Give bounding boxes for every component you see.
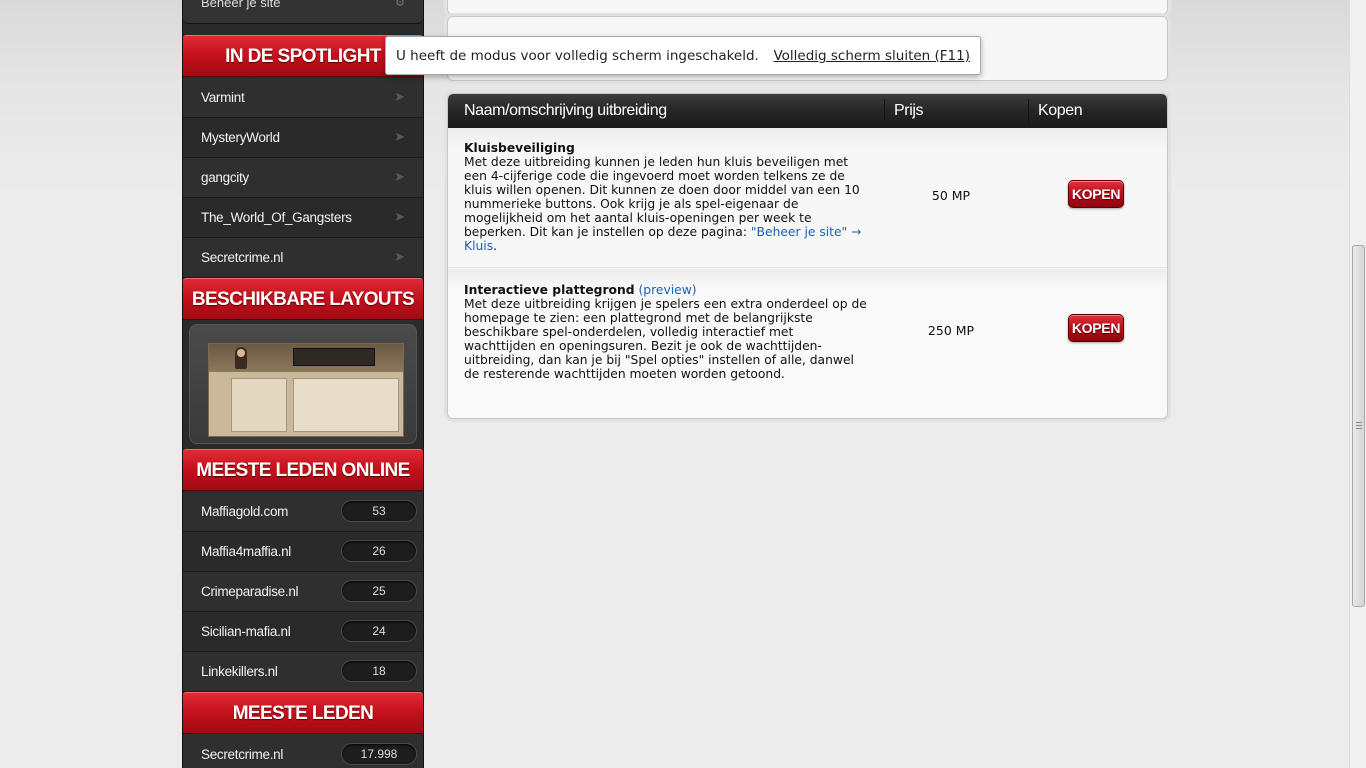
row-title: Kluisbeveiliging xyxy=(464,141,575,155)
online-count: 53 xyxy=(341,500,417,522)
spotlight-item-label: The_World_Of_Gangsters xyxy=(201,210,352,225)
gear-icon: ⚙ xyxy=(395,0,405,9)
spotlight-item[interactable]: The_World_Of_Gangsters ➤ xyxy=(183,198,423,238)
header-name: Naam/omschrijving uitbreiding xyxy=(464,102,667,119)
chevron-right-icon: ➤ xyxy=(394,209,405,224)
online-item-label: Sicilian-mafia.nl xyxy=(201,624,291,639)
online-count: 25 xyxy=(341,580,417,602)
row-title: Interactieve plattegrond xyxy=(464,283,635,297)
sidebar: Beheer je site ⚙ IN DE SPOTLIGHT Varmint… xyxy=(182,0,424,768)
buy-button[interactable]: KOPEN xyxy=(1068,180,1124,208)
online-item-label: Maffiagold.com xyxy=(201,504,289,519)
chevron-right-icon: ➤ xyxy=(394,89,405,104)
online-item[interactable]: Linkekillers.nl 18 xyxy=(183,652,423,692)
online-item-label: Maffia4maffia.nl xyxy=(201,544,292,559)
preview-link[interactable]: (preview) xyxy=(638,283,696,297)
online-item-label: Crimeparadise.nl xyxy=(201,584,299,599)
vertical-scrollbar[interactable] xyxy=(1349,0,1366,768)
row-description: Kluisbeveiliging Met deze uitbreiding ku… xyxy=(464,141,868,253)
table-header: Naam/omschrijving uitbreiding Prijs Kope… xyxy=(448,94,1167,128)
chevron-right-icon: ➤ xyxy=(394,169,405,184)
exit-fullscreen-link[interactable]: Volledig scherm sluiten (F11) xyxy=(773,48,970,64)
thumbnail-column xyxy=(231,378,287,432)
spotlight-item-label: Varmint xyxy=(201,90,245,105)
fullscreen-notice: U heeft de modus voor volledig scherm in… xyxy=(385,36,981,75)
members-header: MEESTE LEDEN xyxy=(183,692,423,734)
row-description: Interactieve plattegrond (preview) Met d… xyxy=(464,283,868,381)
layouts-header: BESCHIKBARE LAYOUTS xyxy=(183,278,423,320)
online-item[interactable]: Maffia4maffia.nl 26 xyxy=(183,532,423,572)
table-row: Interactieve plattegrond (preview) Met d… xyxy=(448,269,1167,418)
members-item-label: Secretcrime.nl xyxy=(201,747,284,762)
top-panel xyxy=(447,0,1168,15)
row-text-end: . xyxy=(493,239,498,253)
row-price: 250 MP xyxy=(927,323,975,338)
extensions-table: Naam/omschrijving uitbreiding Prijs Kope… xyxy=(447,93,1168,419)
fullscreen-notice-text: U heeft de modus voor volledig scherm in… xyxy=(396,48,759,64)
spotlight-item[interactable]: MysteryWorld ➤ xyxy=(183,118,423,158)
sidebar-item-label: Beheer je site xyxy=(201,0,281,10)
header-divider xyxy=(1028,99,1029,123)
scrollbar-thumb[interactable] xyxy=(1352,245,1365,607)
thumbnail-main xyxy=(293,378,399,432)
header-buy: Kopen xyxy=(1038,102,1083,119)
spotlight-item[interactable]: gangcity ➤ xyxy=(183,158,423,198)
sidebar-item-beheer[interactable]: Beheer je site ⚙ xyxy=(183,0,423,24)
thumbnail-statusbar xyxy=(293,348,375,366)
online-header: MEESTE LEDEN ONLINE xyxy=(183,449,423,491)
online-count: 24 xyxy=(341,620,417,642)
online-count: 26 xyxy=(341,540,417,562)
thumbnail-face xyxy=(237,349,245,357)
header-divider xyxy=(884,99,885,123)
spotlight-item-label: gangcity xyxy=(201,170,249,185)
layouts-box xyxy=(183,320,423,448)
online-item[interactable]: Crimeparadise.nl 25 xyxy=(183,572,423,612)
header-price: Prijs xyxy=(894,102,924,119)
layout-preview-frame xyxy=(189,324,417,444)
scrollbar-grip-icon xyxy=(1356,422,1362,429)
online-item[interactable]: Maffiagold.com 53 xyxy=(183,492,423,532)
online-item[interactable]: Sicilian-mafia.nl 24 xyxy=(183,612,423,652)
spotlight-item[interactable]: Varmint ➤ xyxy=(183,78,423,118)
buy-button[interactable]: KOPEN xyxy=(1068,314,1124,342)
table-row: Kluisbeveiliging Met deze uitbreiding ku… xyxy=(448,128,1167,268)
row-text: Met deze uitbreiding krijgen je spelers … xyxy=(464,297,867,381)
row-price: 50 MP xyxy=(931,188,971,203)
chevron-right-icon: ➤ xyxy=(394,249,405,264)
members-item[interactable]: Secretcrime.nl 17.998 xyxy=(183,735,423,768)
online-item-label: Linkekillers.nl xyxy=(201,664,278,679)
layout-thumbnail[interactable] xyxy=(208,343,404,437)
online-count: 18 xyxy=(341,660,417,682)
members-count: 17.998 xyxy=(341,743,417,765)
spotlight-item-label: MysteryWorld xyxy=(201,130,280,145)
spotlight-item[interactable]: Secretcrime.nl ➤ xyxy=(183,238,423,278)
chevron-right-icon: ➤ xyxy=(394,129,405,144)
spotlight-item-label: Secretcrime.nl xyxy=(201,250,284,265)
